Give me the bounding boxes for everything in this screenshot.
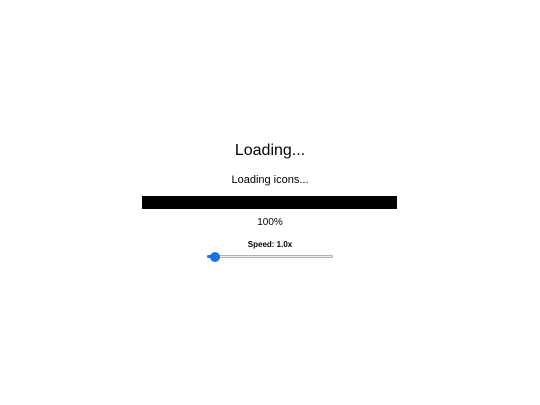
speed-label: Speed: 1.0x — [247, 240, 293, 249]
loading-title: Loading... — [234, 142, 306, 159]
progress-bar-fill — [142, 196, 397, 209]
loading-status-text: Loading icons... — [231, 174, 309, 186]
progress-bar — [142, 196, 397, 209]
progress-percent: 100% — [257, 217, 283, 228]
speed-slider[interactable] — [207, 252, 333, 262]
loading-screen: Loading... Loading icons... 100% Speed: … — [0, 0, 540, 405]
speed-slider-track[interactable] — [207, 255, 333, 258]
speed-slider-thumb[interactable] — [209, 252, 220, 262]
